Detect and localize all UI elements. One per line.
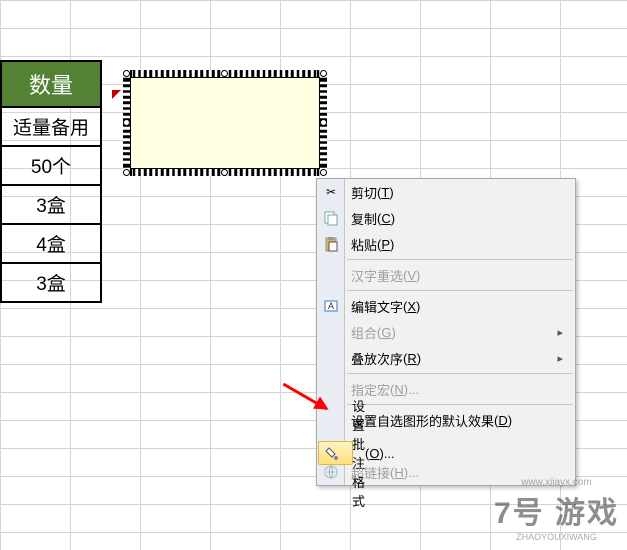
copy-icon [322, 209, 340, 227]
edit-text-icon: A [322, 297, 340, 315]
menu-cut[interactable]: ✂ 剪切(T) [317, 179, 575, 205]
table-row[interactable]: 3盒 [1, 185, 101, 224]
comment-box[interactable] [130, 77, 320, 169]
menu-paste[interactable]: 粘贴(P) [317, 231, 575, 257]
table-row[interactable]: 50个 [1, 146, 101, 185]
table-row[interactable]: 3盒 [1, 263, 101, 302]
svg-text:A: A [328, 301, 334, 311]
menu-copy[interactable]: 复制(C) [317, 205, 575, 231]
menu-group: 组合(G) ▸ [317, 319, 575, 345]
menu-reconvert: 汉字重选(V) [317, 262, 575, 288]
comment-indicator [112, 90, 121, 99]
data-table: 数量 适量备用 50个 3盒 4盒 3盒 [0, 60, 102, 303]
paste-icon [322, 235, 340, 253]
hyperlink-icon [322, 463, 340, 481]
table-header: 数量 [1, 61, 101, 107]
cut-icon: ✂ [322, 183, 340, 201]
watermark: www.xiiayx.com 7号 游戏 ZHAOYOUXIWANG [494, 477, 619, 542]
context-menu: ✂ 剪切(T) 复制(C) 粘贴(P) 汉字重选(V) A 编辑文字(X) 组合… [316, 178, 576, 486]
menu-order[interactable]: 叠放次序(R) ▸ [317, 345, 575, 371]
table-row[interactable]: 4盒 [1, 224, 101, 263]
menu-edit-text[interactable]: A 编辑文字(X) [317, 293, 575, 319]
table-row[interactable]: 适量备用 [1, 107, 101, 146]
